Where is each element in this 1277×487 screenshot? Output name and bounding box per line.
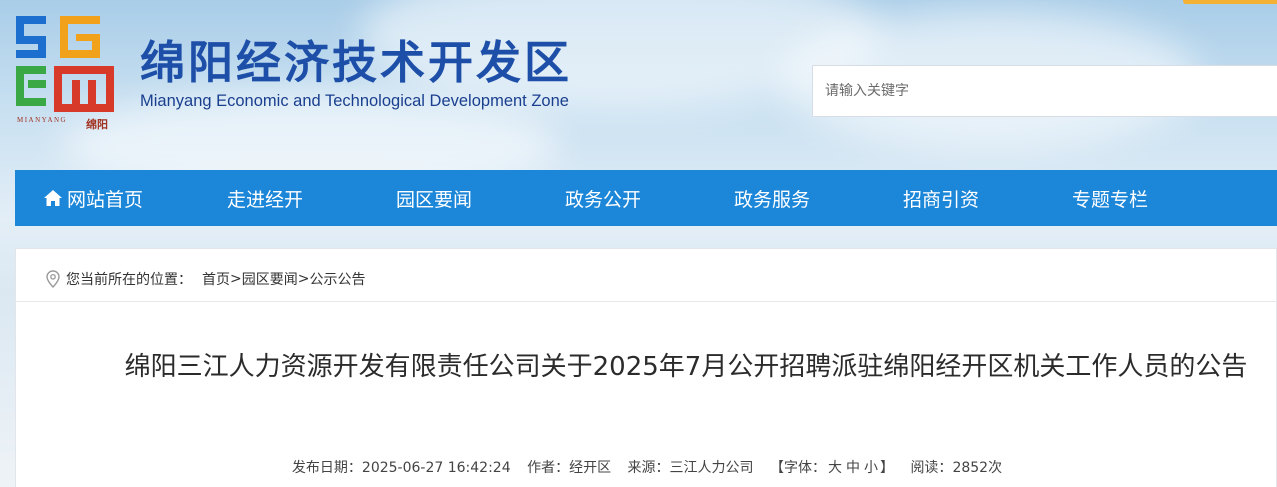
home-icon bbox=[44, 190, 62, 206]
meta-views-value: 2852次 bbox=[952, 460, 1003, 476]
logo-caption: MIANYANG bbox=[17, 116, 68, 124]
meta-source-value: 三江人力公司 bbox=[669, 460, 754, 476]
meta-author-value: 经开区 bbox=[569, 460, 612, 476]
breadcrumb-separator: > bbox=[297, 271, 310, 287]
site-subtitle: Mianyang Economic and Technological Deve… bbox=[140, 92, 569, 110]
meta-source-label: 来源： bbox=[627, 460, 670, 476]
article-meta: 发布日期：2025-06-27 16:42:24 作者：经开区 来源：三江人力公… bbox=[16, 457, 1277, 477]
breadcrumb-news[interactable]: 园区要闻 bbox=[242, 269, 298, 289]
top-accent-tab[interactable] bbox=[1183, 0, 1277, 4]
meta-date-value: 2025-06-27 16:42:24 bbox=[361, 460, 511, 476]
breadcrumb: 您当前所在的位置： 首页 > 园区要闻 > 公示公告 bbox=[46, 269, 365, 289]
content-panel: 您当前所在的位置： 首页 > 园区要闻 > 公示公告 绵阳三江人力资源开发有限责… bbox=[15, 248, 1277, 487]
nav-item-home[interactable]: 网站首页 bbox=[43, 170, 143, 226]
search-box bbox=[812, 65, 1277, 117]
breadcrumb-announcements[interactable]: 公示公告 bbox=[309, 269, 365, 289]
meta-views: 阅读：2852次 bbox=[910, 460, 1002, 476]
nav-item-topics[interactable]: 专题专栏 bbox=[1072, 170, 1148, 226]
breadcrumb-home[interactable]: 首页 bbox=[202, 269, 230, 289]
meta-date-label: 发布日期： bbox=[291, 460, 362, 476]
breadcrumb-prefix: 您当前所在的位置： bbox=[66, 272, 192, 288]
nav-item-investment[interactable]: 招商引资 bbox=[903, 170, 979, 226]
meta-views-label: 阅读： bbox=[910, 460, 953, 476]
nav-item-gov-affairs[interactable]: 政务公开 bbox=[565, 170, 641, 226]
location-pin-icon bbox=[46, 270, 60, 288]
logo-seal: 绵阳 bbox=[86, 118, 108, 131]
article-title: 绵阳三江人力资源开发有限责任公司关于2025年7月公开招聘派驻绵阳经开区机关工作… bbox=[124, 352, 1248, 382]
meta-date: 发布日期：2025-06-27 16:42:24 bbox=[292, 460, 511, 476]
nav-item-label: 网站首页 bbox=[67, 188, 144, 211]
meta-author-label: 作者： bbox=[527, 460, 570, 476]
main-nav: 网站首页 走进经开 园区要闻 政务公开 政务服务 招商引资 专题专栏 bbox=[15, 170, 1277, 226]
meta-source: 来源：三江人力公司 bbox=[628, 460, 754, 476]
font-size-large-button[interactable]: 大 bbox=[828, 460, 842, 476]
font-size-label: 【字体： bbox=[769, 460, 826, 476]
breadcrumb-separator: > bbox=[230, 271, 242, 287]
meta-font-size: 【字体：大中小】 bbox=[770, 460, 894, 476]
site-title[interactable]: 绵阳经济技术开发区 bbox=[140, 26, 572, 91]
divider bbox=[16, 301, 1277, 302]
nav-item-about[interactable]: 走进经开 bbox=[227, 170, 303, 226]
nav-item-news[interactable]: 园区要闻 bbox=[396, 170, 472, 226]
nav-item-gov-services[interactable]: 政务服务 bbox=[734, 170, 810, 226]
site-header: MIANYANG 绵阳 绵阳经济技术开发区 Mianyang Economic … bbox=[0, 0, 1277, 200]
font-size-small-button[interactable]: 小 bbox=[864, 460, 878, 476]
font-size-bracket: 】 bbox=[879, 460, 894, 476]
font-size-medium-button[interactable]: 中 bbox=[846, 460, 860, 476]
search-input[interactable] bbox=[825, 83, 1277, 99]
meta-author: 作者：经开区 bbox=[527, 460, 611, 476]
